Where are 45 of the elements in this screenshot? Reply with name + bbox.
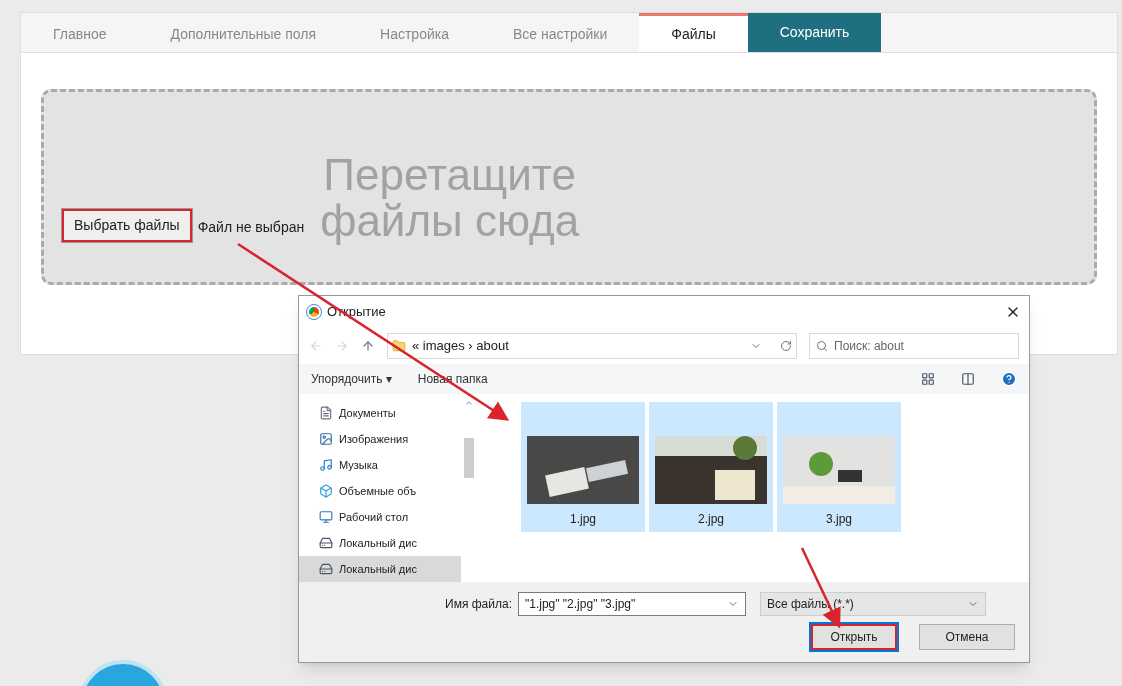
file-tile[interactable]: 2.jpg [649,402,773,532]
folder-path[interactable]: « images › about [412,336,509,356]
file-tile[interactable]: 3.jpg [777,402,901,532]
browser-logo-icon [307,305,321,319]
choose-files-button[interactable]: Выбрать файлы [62,209,192,242]
sidebar-item[interactable]: Музыка [299,452,461,478]
folder-icon [392,339,406,353]
scroll-up-icon[interactable] [464,398,474,408]
drop-zone[interactable]: Выбрать файлы Файл не выбран Перетащите файлы сюда [41,89,1097,285]
sidebar-item[interactable]: Документы [299,400,461,426]
file-tile[interactable]: 1.jpg [521,402,645,532]
open-button[interactable]: Открыть [811,624,897,650]
address-field[interactable]: « images › about [387,333,797,359]
save-button[interactable]: Сохранить [747,13,882,52]
forward-arrow-icon[interactable] [335,339,349,353]
toolbar-button[interactable]: Упорядочить ▾ [311,370,392,388]
sidebar-item[interactable]: Изображения [299,426,461,452]
sidebar-item[interactable]: Объемные объ [299,478,461,504]
preview-pane-icon[interactable] [961,372,975,386]
drop-hint: Перетащите файлы сюда [320,152,580,244]
sidebar-item[interactable]: Локальный дис [299,556,461,582]
cancel-button[interactable]: Отмена [919,624,1015,650]
search-field[interactable]: Поиск: about [809,333,1019,359]
no-file-status: Файл не выбран [197,218,305,237]
drive-icon [319,562,333,576]
sidebar-item[interactable]: Рабочий стол [299,504,461,530]
filename-label: Имя файла: [445,596,512,613]
music-note-icon [319,458,333,472]
picture-icon [319,432,333,446]
search-input[interactable]: Поиск: about [834,337,1012,355]
cube-icon [319,484,333,498]
tab[interactable]: Файлы [639,13,748,52]
help-icon[interactable] [1001,371,1017,387]
drive-icon [319,536,333,550]
view-grid-icon[interactable] [921,372,935,386]
file-name: 1.jpg [570,511,596,528]
sidebar-item[interactable]: Локальный дис [299,530,461,556]
refresh-icon[interactable] [780,340,792,352]
search-icon [816,340,828,352]
document-icon [319,406,333,420]
scrollbar-thumb[interactable] [464,438,474,478]
monitor-icon [319,510,333,524]
filename-field[interactable]: "1.jpg" "2.jpg" "3.jpg" [517,592,746,616]
file-name: 2.jpg [698,511,724,528]
file-name: 3.jpg [826,511,852,528]
